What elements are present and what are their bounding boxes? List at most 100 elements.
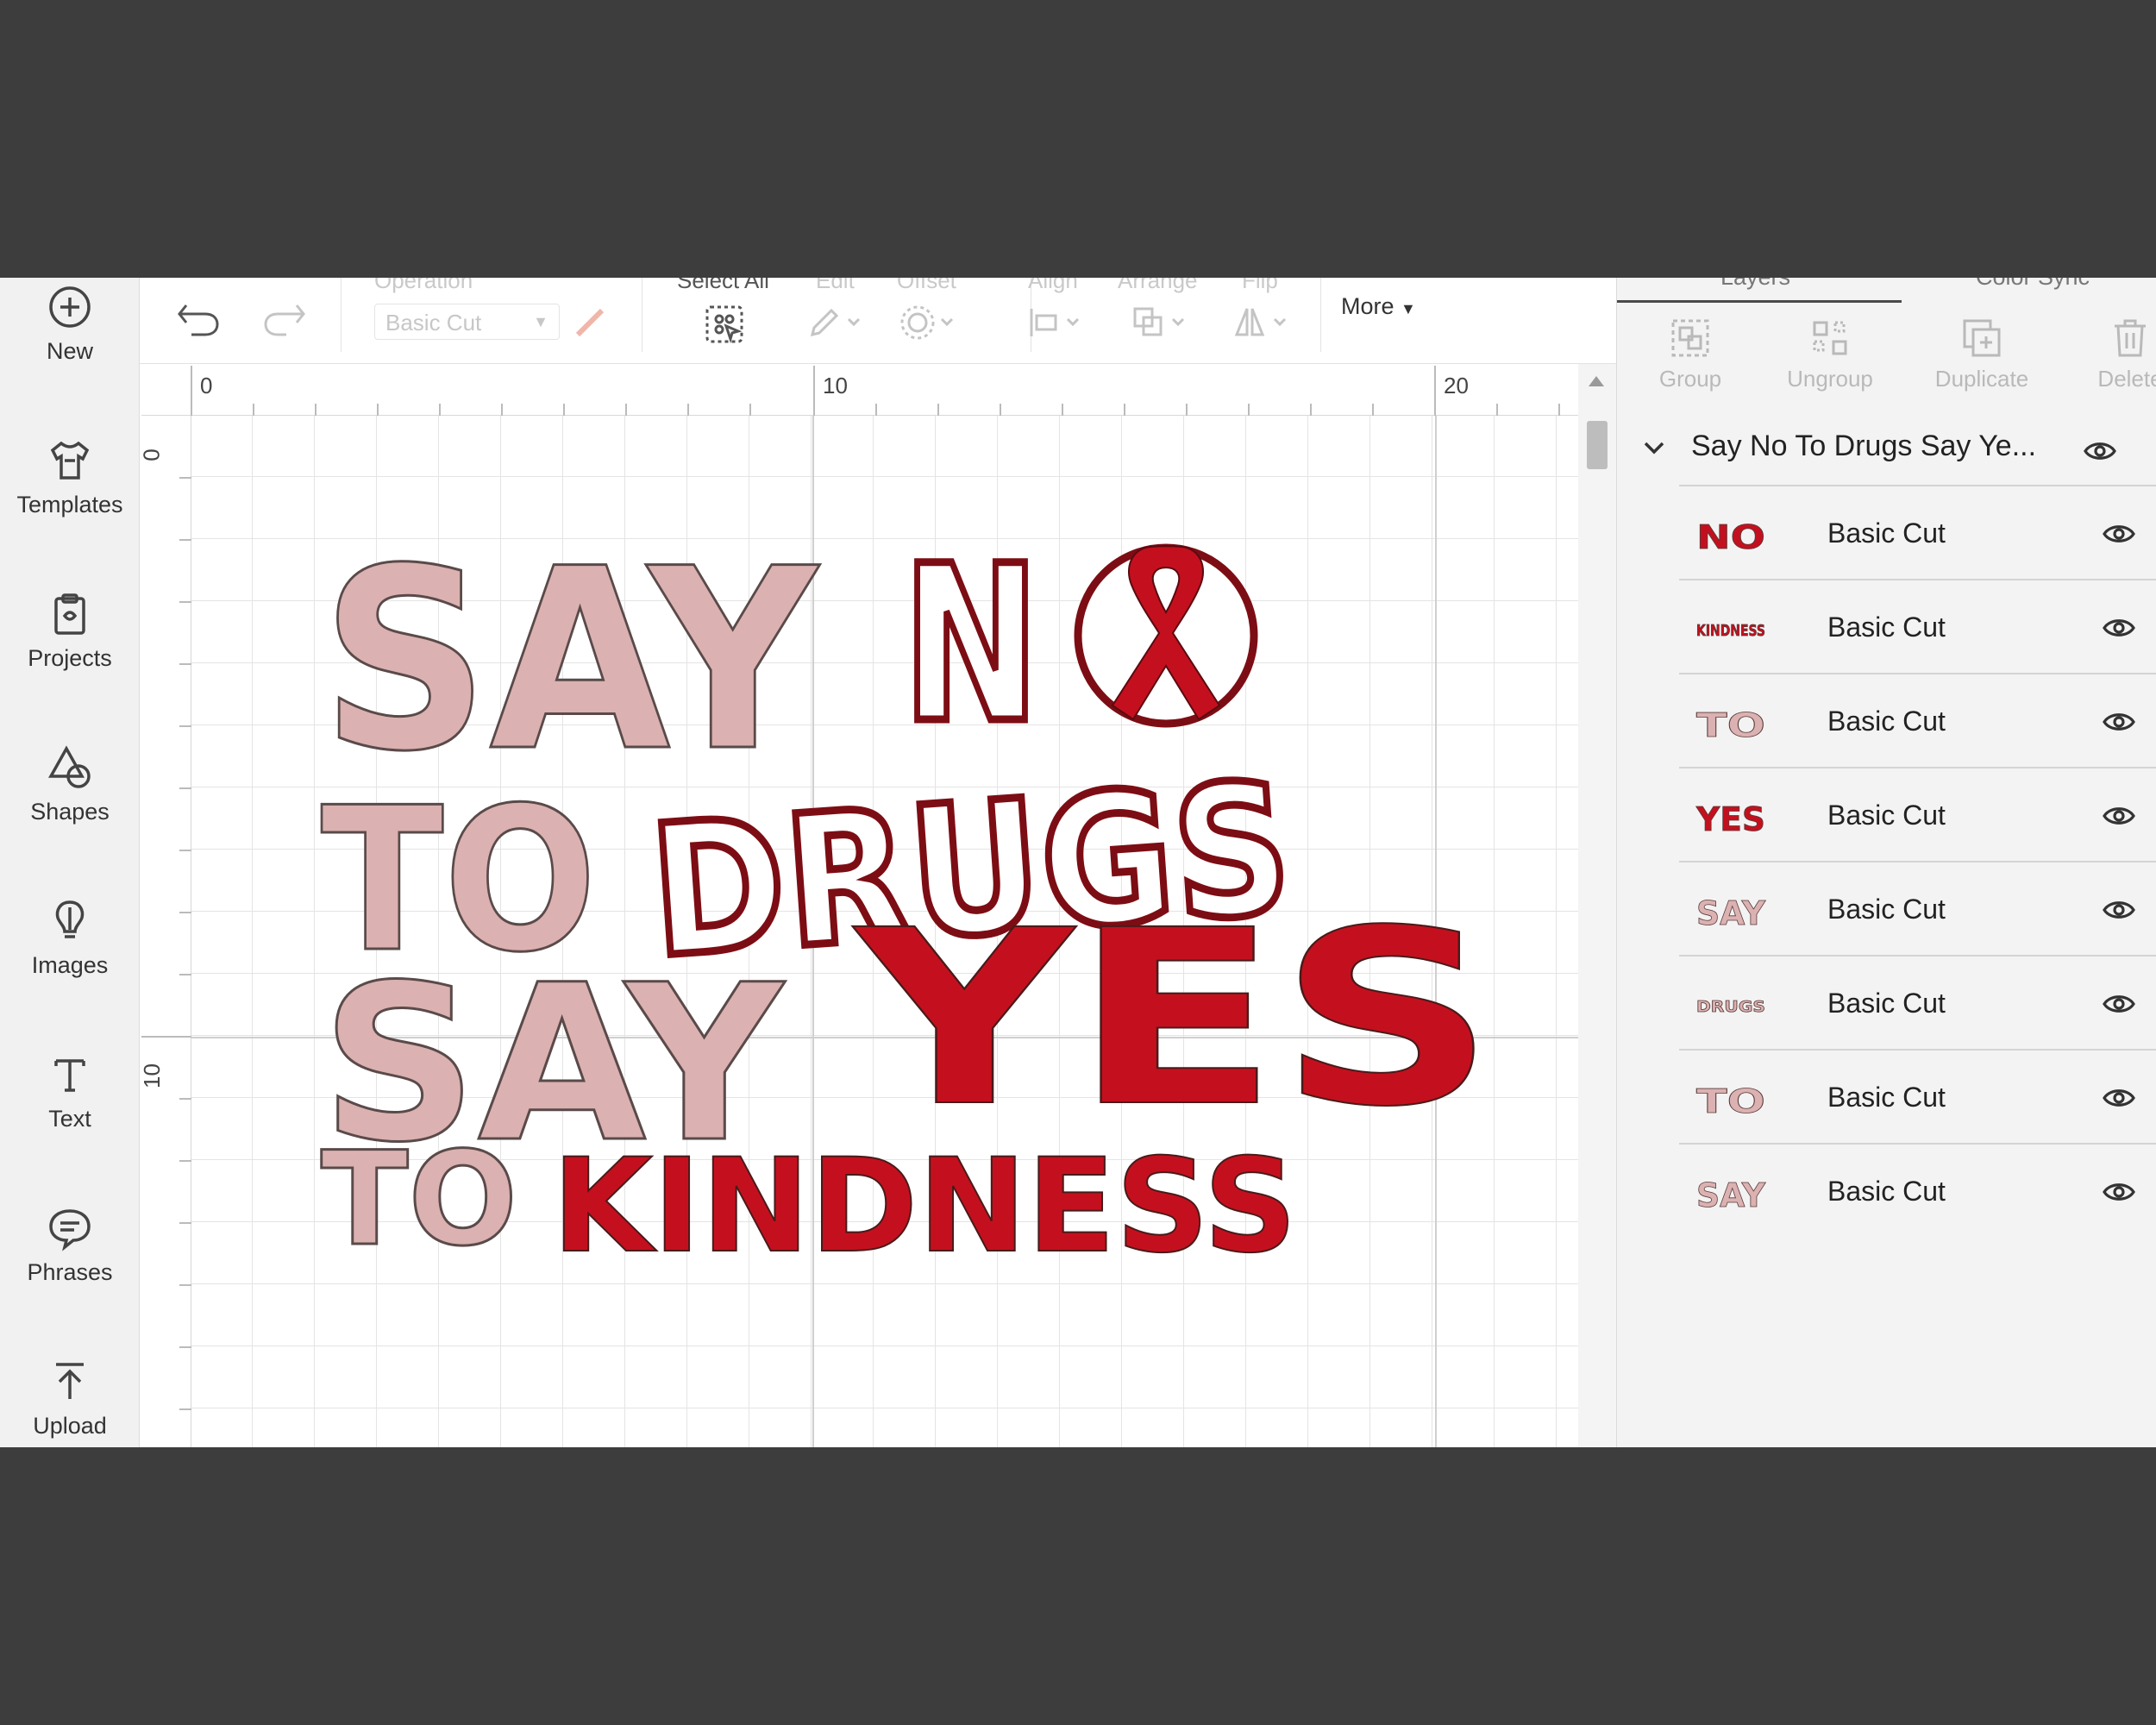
layer-row[interactable]: NO Basic Cut: [1679, 485, 2156, 580]
canvas-scrollbar[interactable]: [1578, 364, 1616, 1447]
undo-button[interactable]: [174, 297, 222, 344]
word-no[interactable]: N: [899, 516, 1258, 775]
action-label: Duplicate: [1934, 366, 2029, 392]
arrange-icon: [1133, 307, 1185, 336]
layer-visibility-toggle[interactable]: [2102, 1087, 2136, 1109]
upload-icon: [56, 1363, 84, 1399]
group-button[interactable]: Group: [1626, 316, 1755, 402]
word-yes[interactable]: YES: [850, 878, 1496, 1161]
layer-operation-label: Basic Cut: [1827, 894, 1946, 925]
shapes-icon: [48, 745, 91, 788]
word-say-text: SAY: [321, 516, 820, 806]
trash-icon: [2115, 319, 2146, 357]
design-canvas[interactable]: SAY N TO DRUGS SAY YES TO KINDNESS: [191, 416, 1578, 1447]
ruler-label: 10: [823, 373, 848, 398]
flip-button[interactable]: [1232, 304, 1292, 346]
speech-bubble-icon: [49, 1209, 91, 1251]
word-kindness[interactable]: KINDNESS: [551, 1131, 1298, 1283]
select-all-button[interactable]: [704, 304, 745, 349]
layer-row[interactable]: TO Basic Cut: [1679, 1049, 2156, 1144]
sidebar-item-projects[interactable]: Projects: [0, 590, 140, 719]
screenshot-frame: New Templates Projects Shapes Images Tex…: [0, 0, 2156, 1725]
flip-icon: [1234, 308, 1287, 336]
layer-thumbnail-text: NO: [1696, 518, 1765, 555]
layer-visibility-toggle[interactable]: [2102, 805, 2136, 827]
layer-thumbnail: YES: [1695, 800, 1766, 837]
arrange-button[interactable]: [1130, 304, 1190, 346]
word-to-text: TO: [321, 1125, 517, 1275]
sidebar-item-upload[interactable]: Upload: [0, 1358, 140, 1447]
layer-thumbnail-text: TO: [1696, 1082, 1765, 1120]
layer-thumbnail: TO: [1696, 1082, 1766, 1120]
select-all-label: Select All: [677, 278, 769, 293]
layer-thumbnail-text: DRUGS: [1696, 998, 1765, 1016]
layer-thumbnail: TO: [1696, 706, 1766, 743]
layer-row[interactable]: KINDNESS Basic Cut: [1679, 579, 2156, 674]
active-tab-indicator: [1617, 300, 1902, 303]
layer-thumbnail: NO: [1696, 518, 1766, 555]
layer-row[interactable]: YES Basic Cut: [1679, 767, 2156, 862]
layer-visibility-toggle[interactable]: [2102, 899, 2136, 921]
ruler-ticks: [141, 477, 191, 1410]
group-icon: [1671, 319, 1709, 357]
lightbulb-icon: [55, 900, 85, 938]
edit-button[interactable]: [805, 304, 866, 346]
tab-layers[interactable]: Layers: [1720, 278, 1790, 291]
eye-icon: [2103, 713, 2135, 731]
eye-icon: [2103, 1183, 2135, 1201]
word-say-top[interactable]: SAY: [320, 515, 822, 808]
layer-visibility-toggle[interactable]: [2102, 1181, 2136, 1203]
layer-visibility-toggle[interactable]: [2102, 993, 2136, 1015]
layer-visibility-toggle[interactable]: [2102, 711, 2136, 733]
more-label: More: [1341, 293, 1395, 319]
vertical-ruler: 0 10: [139, 416, 191, 1447]
sidebar-item-label: Projects: [28, 645, 112, 671]
group-visibility-toggle[interactable]: [2083, 440, 2117, 462]
layer-row[interactable]: DRUGS Basic Cut: [1679, 955, 2156, 1050]
chevron-down-icon[interactable]: [1641, 435, 1667, 461]
panel-tabs: Layers Color Sync: [1617, 278, 2156, 304]
operation-select[interactable]: Basic Cut ▼: [374, 304, 560, 340]
clipboard-icon: [54, 593, 85, 635]
redo-button[interactable]: [260, 297, 309, 344]
more-button[interactable]: More ▼: [1341, 293, 1416, 320]
offset-button[interactable]: [899, 304, 959, 346]
layer-row[interactable]: SAY Basic Cut: [1679, 1143, 2156, 1238]
sidebar-item-phrases[interactable]: Phrases: [0, 1204, 140, 1333]
sidebar-item-new[interactable]: New: [0, 283, 140, 412]
layer-operation-label: Basic Cut: [1827, 706, 1946, 737]
sidebar-item-shapes[interactable]: Shapes: [0, 743, 140, 873]
word-no-text: N: [902, 519, 1040, 770]
scroll-thumb[interactable]: [1587, 421, 1608, 469]
layer-thumbnail-text: YES: [1695, 800, 1765, 837]
ungroup-button[interactable]: Ungroup: [1765, 316, 1895, 402]
pen-color-swatch[interactable]: [571, 304, 609, 346]
group-title: Say No To Drugs Say Ye...: [1691, 430, 2037, 462]
tab-color-sync[interactable]: Color Sync: [1976, 278, 2090, 291]
layers-panel: Layers Color Sync Group Ungroup Duplicat…: [1616, 278, 2156, 1447]
sidebar-item-label: Shapes: [30, 799, 110, 825]
action-label: Delete: [2097, 366, 2156, 392]
layer-row[interactable]: SAY Basic Cut: [1679, 861, 2156, 956]
caret-down-icon: ▼: [1401, 300, 1416, 317]
sidebar-item-label: Phrases: [27, 1259, 113, 1285]
layer-visibility-toggle[interactable]: [2102, 617, 2136, 639]
layer-visibility-toggle[interactable]: [2102, 523, 2136, 545]
offset-icon: [900, 305, 954, 340]
sidebar-item-text[interactable]: Text: [0, 1051, 140, 1180]
layer-group-header[interactable]: Say No To Drugs Say Ye...: [1617, 416, 2156, 485]
sidebar-item-templates[interactable]: Templates: [0, 436, 140, 566]
sidebar-item-images[interactable]: Images: [0, 897, 140, 1026]
layer-operation-label: Basic Cut: [1827, 612, 1946, 643]
align-button[interactable]: [1025, 304, 1085, 346]
word-to-bottom[interactable]: TO: [320, 1124, 519, 1276]
scroll-up-arrow-icon[interactable]: [1589, 376, 1604, 386]
text-icon: [54, 1059, 85, 1092]
plus-circle-icon: [49, 286, 91, 328]
layer-thumbnail: KINDNESS: [1696, 622, 1766, 641]
duplicate-button[interactable]: Duplicate: [1917, 316, 2046, 402]
delete-button[interactable]: Delete: [2065, 316, 2156, 402]
select-all-icon: [705, 305, 743, 344]
eye-icon: [2103, 901, 2135, 919]
layer-row[interactable]: TO Basic Cut: [1679, 673, 2156, 768]
